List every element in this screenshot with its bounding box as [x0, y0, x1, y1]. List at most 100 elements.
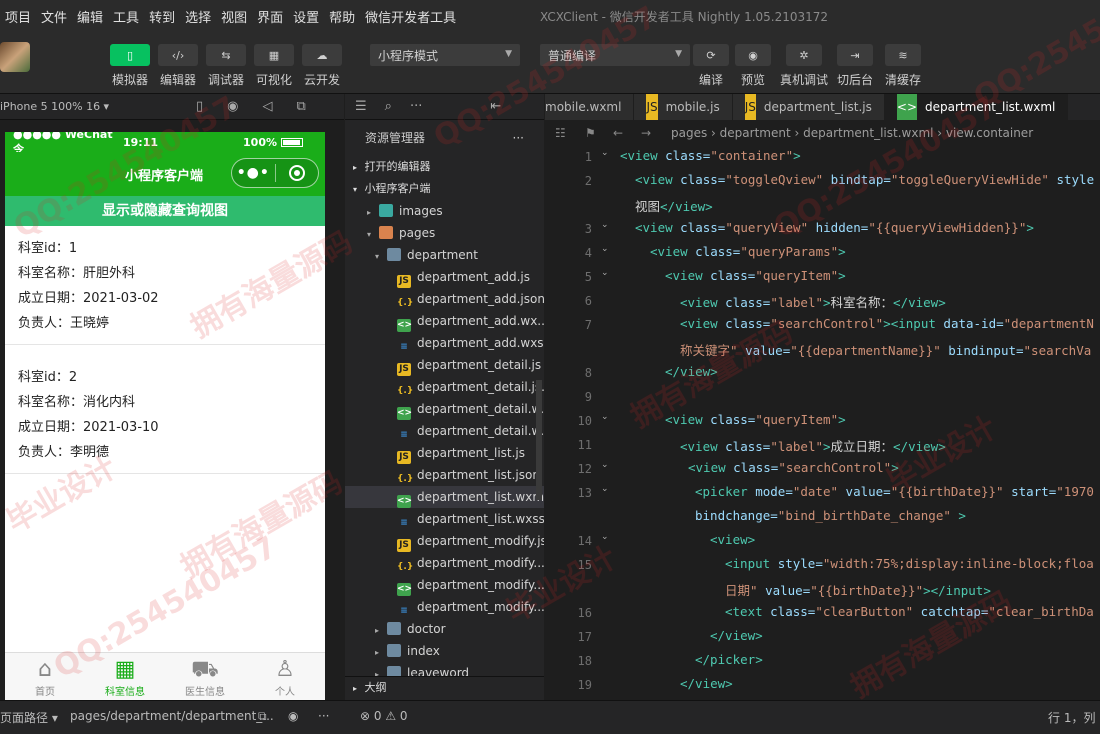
- tool-phone[interactable]: ▯ 模拟器: [108, 44, 152, 88]
- tab-item[interactable]: ⌂ 首页: [5, 653, 85, 700]
- file-item[interactable]: <> department_add.wx...: [345, 310, 544, 332]
- more-icon[interactable]: ···: [513, 120, 524, 156]
- file-item[interactable]: {.} department_list.json: [345, 464, 544, 486]
- editor-tab[interactable]: mobile.wxml: [545, 94, 635, 120]
- file-item[interactable]: <> department_list.wxml: [345, 486, 544, 508]
- breadcrumb-item[interactable]: department: [720, 126, 791, 140]
- device-select[interactable]: iPhone 5 100% 16 ▾: [0, 100, 109, 113]
- folder-item[interactable]: ▾ department: [345, 244, 544, 266]
- close-miniprogram-icon[interactable]: [275, 165, 318, 181]
- outline-section[interactable]: ▸ 大纲: [345, 676, 544, 698]
- file-item[interactable]: ≡ department_modify....: [345, 596, 544, 618]
- menu-item[interactable]: 选择: [180, 7, 216, 26]
- phone-icon[interactable]: ▯: [110, 44, 150, 66]
- open-editors-section[interactable]: ▸ 打开的编辑器: [345, 156, 544, 178]
- bookmark-icon[interactable]: ⚑: [585, 120, 596, 146]
- page-path-label[interactable]: 页面路径 ▾: [0, 709, 58, 726]
- file-item[interactable]: JS department_detail.js: [345, 354, 544, 376]
- editor-tab[interactable]: JS department_list.js: [732, 94, 885, 120]
- volume-icon[interactable]: ◁: [263, 99, 273, 114]
- more-icon[interactable]: ···: [318, 709, 329, 723]
- tool-code[interactable]: ‹/› 编辑器: [156, 44, 200, 88]
- copy-icon[interactable]: ⧉: [258, 709, 267, 724]
- breadcrumb-item[interactable]: view.container: [946, 126, 1033, 140]
- more-icon[interactable]: ···: [410, 99, 422, 114]
- code-editor[interactable]: <view class="container"> <view class="tog…: [620, 146, 1100, 700]
- file-item[interactable]: ≡ department_list.wxss: [345, 508, 544, 530]
- back-icon[interactable]: ←: [613, 120, 623, 146]
- chevron-down-icon[interactable]: ⌄: [601, 484, 609, 494]
- editor-tab[interactable]: JS mobile.js: [634, 94, 733, 120]
- list-icon[interactable]: ☷: [555, 120, 566, 146]
- menu-item[interactable]: 界面: [252, 7, 288, 26]
- file-item[interactable]: {.} department_modify....: [345, 552, 544, 574]
- record-icon[interactable]: ◉: [227, 99, 238, 114]
- file-item[interactable]: ≡ department_add.wxss: [345, 332, 544, 354]
- cloud-icon[interactable]: ☁: [302, 44, 342, 66]
- breadcrumb-item[interactable]: department_list.wxml: [803, 126, 933, 140]
- file-item[interactable]: {.} department_detail.js...: [345, 376, 544, 398]
- file-item[interactable]: JS department_list.js: [345, 442, 544, 464]
- tool-switch[interactable]: ⇥ 切后台: [833, 44, 877, 88]
- project-section[interactable]: ▾ 小程序客户端: [345, 178, 544, 200]
- folder-item[interactable]: ▸ doctor: [345, 618, 544, 640]
- folder-item[interactable]: ▸ index: [345, 640, 544, 662]
- file-item[interactable]: JS department_add.js: [345, 266, 544, 288]
- cursor-position[interactable]: 行 1，列: [1048, 709, 1095, 726]
- menu-item[interactable]: 转到: [144, 7, 180, 26]
- file-item[interactable]: <> department_detail.w...: [345, 398, 544, 420]
- editor-tab[interactable]: <> department_list.wxml: [884, 94, 1069, 120]
- menu-item[interactable]: 项目: [0, 7, 36, 26]
- tool-debug[interactable]: ⇆ 调试器: [204, 44, 248, 88]
- more-icon[interactable]: •●•: [232, 165, 275, 181]
- phone-frame-icon[interactable]: ▯: [196, 99, 203, 114]
- file-item[interactable]: <> department_modify....: [345, 574, 544, 596]
- tool-layout[interactable]: ▦ 可视化: [252, 44, 296, 88]
- eye-icon[interactable]: ◉: [288, 709, 298, 723]
- menu-item[interactable]: 微信开发者工具: [360, 7, 461, 26]
- layers-icon[interactable]: ≋: [885, 44, 921, 66]
- code-icon[interactable]: ‹/›: [158, 44, 198, 66]
- chevron-down-icon[interactable]: ⌄: [601, 532, 609, 542]
- tool-layers[interactable]: ≋ 清缓存: [881, 44, 925, 88]
- detach-icon[interactable]: ⧉: [297, 99, 306, 114]
- switch-icon[interactable]: ⇥: [837, 44, 873, 66]
- chevron-down-icon[interactable]: ⌄: [601, 412, 609, 422]
- eye-icon[interactable]: ◉: [735, 44, 771, 66]
- tab-item[interactable]: ⛟ 医生信息: [165, 653, 245, 700]
- explorer-scrollbar[interactable]: [536, 380, 542, 500]
- file-item[interactable]: ≡ department_detail.w...: [345, 420, 544, 442]
- split-icon[interactable]: ⇤: [490, 99, 501, 114]
- menu-item[interactable]: 帮助: [324, 7, 360, 26]
- file-item[interactable]: {.} department_add.json: [345, 288, 544, 310]
- tab-item[interactable]: ♙ 个人: [245, 653, 325, 700]
- chevron-down-icon[interactable]: ⌄: [601, 268, 609, 278]
- problems-indicator[interactable]: ⊗ 0 ⚠ 0: [360, 709, 408, 723]
- tool-bug[interactable]: ✲ 真机调试: [780, 44, 828, 88]
- list-icon[interactable]: ☰: [355, 99, 367, 114]
- chevron-down-icon[interactable]: ⌄: [601, 148, 609, 158]
- menu-item[interactable]: 编辑: [72, 7, 108, 26]
- compile-select[interactable]: 普通编译 ▼: [540, 44, 690, 66]
- avatar[interactable]: [0, 42, 30, 72]
- file-item[interactable]: JS department_modify.js: [345, 530, 544, 552]
- tab-item[interactable]: ▦ 科室信息: [85, 653, 165, 700]
- refresh-icon[interactable]: ⟳: [693, 44, 729, 66]
- folder-item[interactable]: ▾ pages: [345, 222, 544, 244]
- chevron-down-icon[interactable]: ⌄: [601, 244, 609, 254]
- folder-item[interactable]: ▸ images: [345, 200, 544, 222]
- chevron-down-icon[interactable]: ⌄: [601, 220, 609, 230]
- menu-item[interactable]: 设置: [288, 7, 324, 26]
- debug-icon[interactable]: ⇆: [206, 44, 246, 66]
- search-icon[interactable]: ⌕: [385, 99, 392, 114]
- tool-eye[interactable]: ◉ 预览: [731, 44, 775, 88]
- forward-icon[interactable]: →: [641, 120, 651, 146]
- menu-item[interactable]: 视图: [216, 7, 252, 26]
- menu-item[interactable]: 工具: [108, 7, 144, 26]
- breadcrumb-item[interactable]: pages: [671, 126, 707, 140]
- toggle-query-view-button[interactable]: 显示或隐藏查询视图: [5, 196, 325, 226]
- mode-select[interactable]: 小程序模式 ▼: [370, 44, 520, 66]
- page-path[interactable]: pages/department/department_...: [70, 709, 274, 723]
- menu-item[interactable]: 文件: [36, 7, 72, 26]
- tool-cloud[interactable]: ☁ 云开发: [300, 44, 344, 88]
